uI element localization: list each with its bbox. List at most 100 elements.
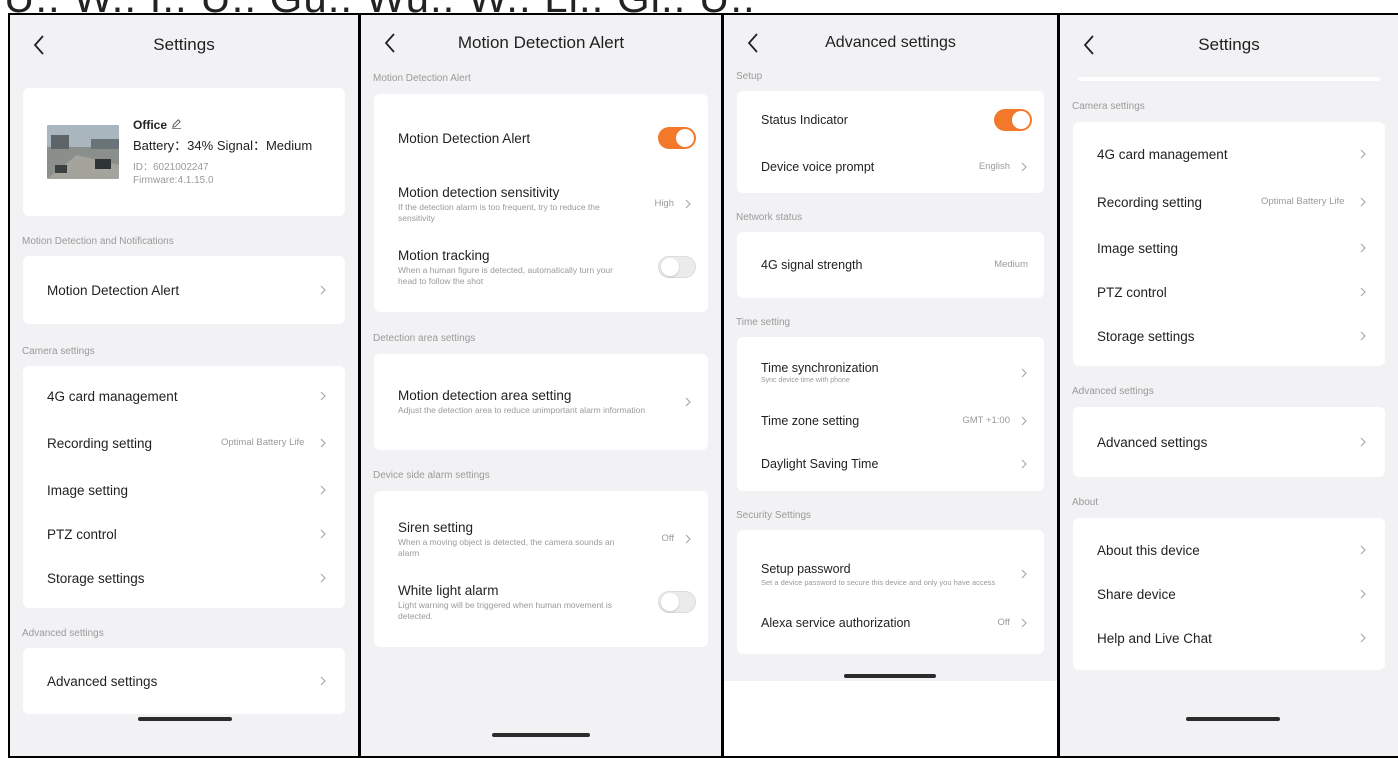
- cropped-caption: U.. W.. I.. U.. Gu.. Wu.. W.. Li.. Gi.. …: [0, 0, 1398, 14]
- row-value: Off: [997, 616, 1011, 628]
- page-title: Settings: [1198, 35, 1260, 54]
- list-item-recording[interactable]: Recording setting Optimal Battery Life: [1073, 178, 1385, 226]
- row-label: Motion detection area setting: [398, 388, 572, 404]
- row-label: Help and Live Chat: [1097, 630, 1212, 646]
- list-item-ptz[interactable]: PTZ control: [1073, 270, 1385, 314]
- device-card[interactable]: Office Battery：34% Signal：Medium ID：6021…: [23, 88, 345, 216]
- signal-strength-row: 4G signal strength Medium: [737, 232, 1044, 298]
- chevron-right-icon: [319, 438, 327, 448]
- back-chevron-icon[interactable]: [28, 30, 50, 60]
- white-light-toggle[interactable]: [658, 591, 696, 613]
- row-label: Alexa service authorization: [761, 616, 911, 630]
- row-label: Setup password: [761, 561, 851, 576]
- back-chevron-icon[interactable]: [379, 28, 401, 58]
- list-item-advanced[interactable]: Advanced settings: [23, 648, 345, 714]
- chevron-right-icon: [319, 285, 327, 295]
- siren-row[interactable]: Siren setting When a moving object is de…: [374, 503, 708, 575]
- section-label-advanced: Advanced settings: [1072, 386, 1154, 397]
- tracking-row: Motion tracking When a human figure is d…: [374, 232, 708, 302]
- navbar: Settings: [1060, 15, 1398, 75]
- row-label: Image setting: [1097, 240, 1179, 256]
- navbar: Motion Detection Alert: [361, 15, 721, 71]
- device-id: ID：6021002247: [133, 161, 209, 173]
- caption-text: U.. W.. I.. U.. Gu.. Wu.. W.. Li.. Gi.. …: [4, 0, 756, 14]
- firmware-version: Firmware:4.1.15.0: [133, 174, 214, 186]
- home-indicator[interactable]: [138, 717, 232, 721]
- chevron-right-icon: [319, 573, 327, 583]
- section-label-network: Network status: [736, 212, 803, 223]
- section-label-alarm: Device side alarm settings: [373, 470, 490, 481]
- camera-settings-card: 4G card management Recording setting Opt…: [23, 366, 345, 608]
- motion-detection-alert-row[interactable]: Motion Detection Alert: [23, 256, 345, 324]
- row-description: When a human figure is detected, automat…: [398, 265, 613, 286]
- row-label: 4G card management: [1097, 146, 1228, 162]
- row-label: Advanced settings: [1097, 434, 1208, 450]
- row-label: White light alarm: [398, 583, 499, 599]
- voice-prompt-row[interactable]: Device voice prompt English: [737, 145, 1044, 189]
- row-label: Time synchronization: [761, 360, 879, 375]
- page-title: Settings: [153, 35, 215, 54]
- phone-screen-settings: Settings Office Battery：34% Signal：Mediu…: [8, 13, 360, 758]
- row-description: Sync device time with phone: [761, 376, 850, 384]
- section-label-security: Security Settings: [736, 510, 812, 521]
- list-item-ptz[interactable]: PTZ control: [23, 512, 345, 556]
- motion-tracking-toggle[interactable]: [658, 256, 696, 278]
- page-title: Motion Detection Alert: [457, 33, 625, 52]
- home-indicator[interactable]: [844, 674, 936, 678]
- chevron-right-icon: [1359, 331, 1367, 341]
- row-description: Adjust the detection area to reduce unim…: [398, 405, 646, 416]
- time-sync-row[interactable]: Time synchronization Sync device time wi…: [737, 347, 1044, 399]
- chevron-right-icon: [1359, 287, 1367, 297]
- list-item-about-device[interactable]: About this device: [1073, 528, 1385, 572]
- daylight-saving-row[interactable]: Daylight Saving Time: [737, 443, 1044, 485]
- row-label: Share device: [1097, 586, 1176, 602]
- row-value: Optimal Battery Life: [1261, 195, 1345, 207]
- area-setting-row[interactable]: Motion detection area setting Adjust the…: [374, 354, 708, 450]
- white-light-row: White light alarm Light warning will be …: [374, 575, 708, 629]
- chevron-right-icon: [319, 391, 327, 401]
- back-chevron-icon[interactable]: [1078, 30, 1100, 60]
- row-label: PTZ control: [1097, 284, 1167, 300]
- status-indicator-toggle[interactable]: [994, 109, 1032, 131]
- section-label-main: Motion Detection Alert: [373, 73, 471, 84]
- list-item-advanced[interactable]: Advanced settings: [1073, 407, 1385, 477]
- list-item-share-device[interactable]: Share device: [1073, 572, 1385, 616]
- home-indicator[interactable]: [492, 733, 590, 737]
- row-description: If the detection alarm is too frequent, …: [398, 202, 600, 223]
- list-item-help-chat[interactable]: Help and Live Chat: [1073, 616, 1385, 660]
- section-label-advanced: Advanced settings: [22, 628, 104, 639]
- navbar: Advanced settings: [724, 15, 1057, 71]
- list-item-image[interactable]: Image setting: [1073, 226, 1385, 270]
- edit-pencil-icon[interactable]: [171, 118, 182, 132]
- list-item-image[interactable]: Image setting: [23, 468, 345, 512]
- row-label: 4G card management: [47, 388, 178, 404]
- row-description: Light warning will be triggered when hum…: [398, 600, 613, 621]
- alexa-row[interactable]: Alexa service authorization Off: [737, 602, 1044, 644]
- chevron-right-icon: [319, 676, 327, 686]
- setup-password-row[interactable]: Setup password Set a device password to …: [737, 546, 1044, 602]
- area-card: Motion detection area setting Adjust the…: [374, 354, 708, 450]
- list-item-storage[interactable]: Storage settings: [23, 556, 345, 600]
- row-value: GMT +1:00: [962, 414, 1010, 426]
- chevron-right-icon: [1359, 149, 1367, 159]
- row-label: Time zone setting: [761, 414, 860, 428]
- row-label: Recording setting: [1097, 194, 1203, 210]
- motion-alert-card: Motion Detection Alert Motion detection …: [374, 94, 708, 312]
- section-label-area: Detection area settings: [373, 333, 476, 344]
- list-item-4g-card[interactable]: 4G card management: [1073, 130, 1385, 178]
- motion-alert-toggle[interactable]: [658, 127, 696, 149]
- security-card: Setup password Set a device password to …: [737, 530, 1044, 654]
- home-indicator[interactable]: [1186, 717, 1280, 721]
- time-zone-row[interactable]: Time zone setting GMT +1:00: [737, 399, 1044, 443]
- motion-alert-row: Motion Detection Alert: [374, 100, 708, 176]
- chevron-right-icon: [1359, 437, 1367, 447]
- list-item-storage[interactable]: Storage settings: [1073, 314, 1385, 358]
- sensitivity-row[interactable]: Motion detection sensitivity If the dete…: [374, 176, 708, 232]
- chevron-right-icon: [1359, 197, 1367, 207]
- battery-signal-text: Battery：34% Signal：Medium: [133, 137, 313, 153]
- row-label: Daylight Saving Time: [761, 457, 879, 471]
- list-item-recording[interactable]: Recording setting Optimal Battery Life: [23, 418, 345, 468]
- back-chevron-icon[interactable]: [742, 28, 764, 58]
- list-item-4g-card[interactable]: 4G card management: [23, 374, 345, 418]
- chevron-right-icon: [684, 397, 692, 407]
